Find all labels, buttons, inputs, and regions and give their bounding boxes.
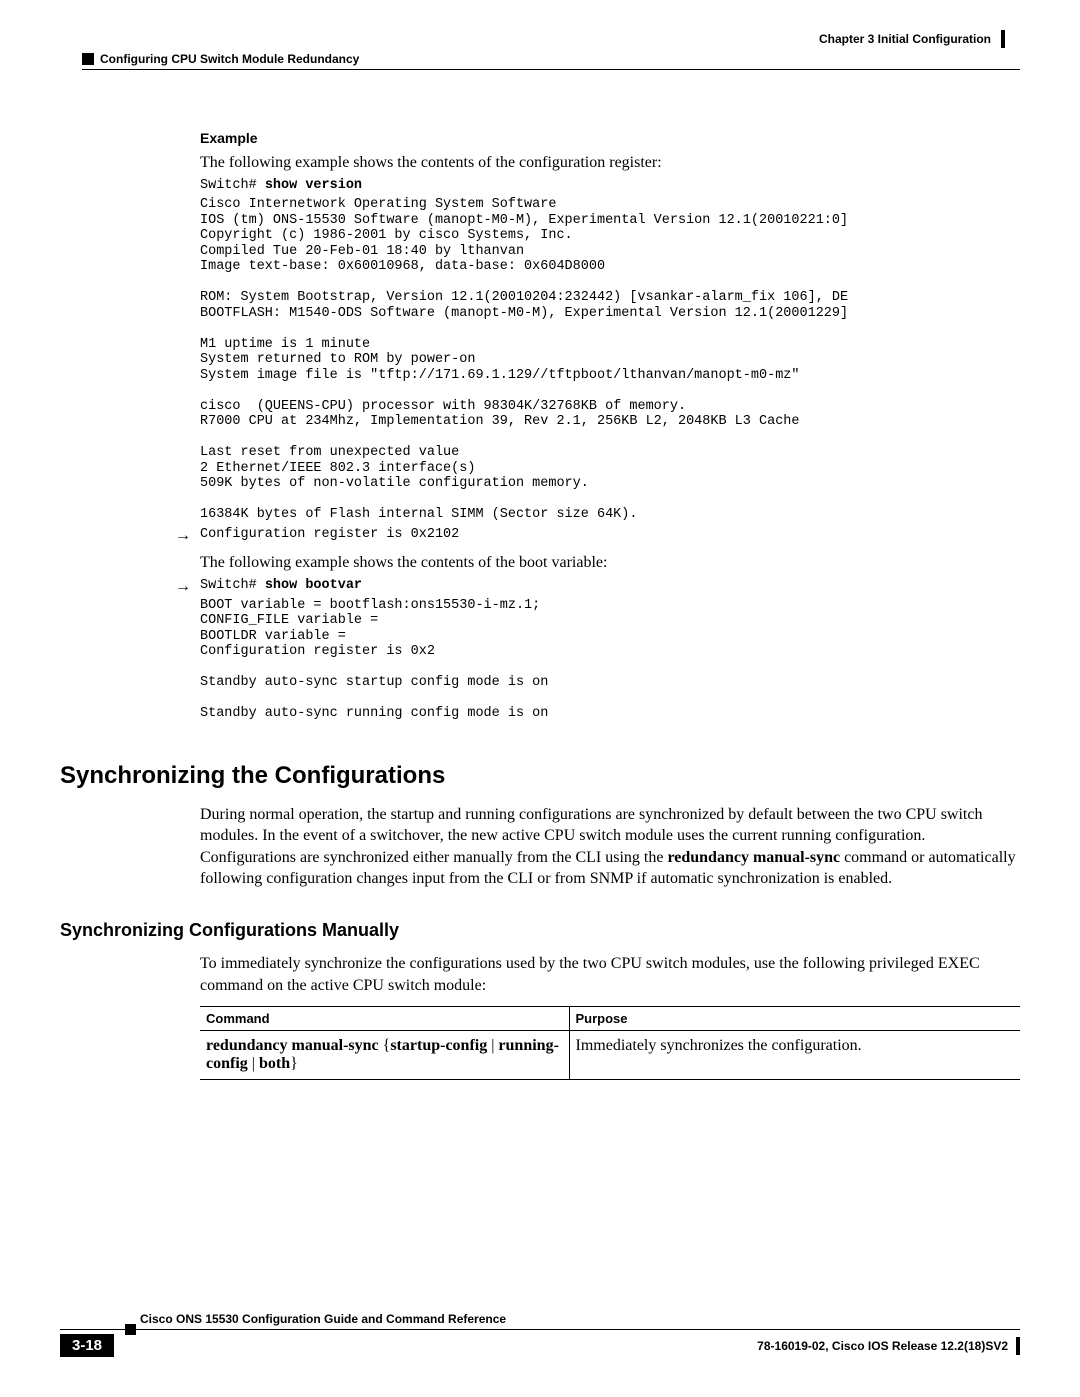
sync-sub-paragraph: To immediately synchronize the configura… — [200, 953, 1020, 996]
cli-command: show bootvar — [265, 578, 362, 593]
cli-output-1: Cisco Internetwork Operating System Soft… — [200, 197, 1020, 523]
cli-prompt: Switch# — [200, 178, 265, 193]
table-row: redundancy manual-sync {startup-config |… — [200, 1031, 1020, 1080]
chapter-label: Chapter 3 Initial Configuration — [819, 30, 1005, 48]
cli-block-2: Switch# show bootvar — [200, 578, 1020, 594]
purpose-cell: Immediately synchronizes the configurati… — [569, 1031, 1020, 1080]
example-intro-2: The following example shows the contents… — [200, 552, 1020, 574]
footer: Cisco ONS 15530 Configuration Guide and … — [60, 1312, 1020, 1357]
cli-arrow-row-1: → Configuration register is 0x2102 — [200, 527, 1020, 543]
footer-title: Cisco ONS 15530 Configuration Guide and … — [60, 1312, 1020, 1330]
arrow-right-icon: → — [175, 527, 191, 545]
section-heading: Synchronizing the Configurations — [60, 762, 1020, 790]
command-cell: redundancy manual-sync {startup-config |… — [200, 1031, 569, 1080]
cli-command: show version — [265, 178, 362, 193]
content: Example The following example shows the … — [200, 130, 1020, 1080]
cli-prompt: Switch# — [200, 578, 265, 593]
footer-row: 3-18 78-16019-02, Cisco IOS Release 12.2… — [60, 1334, 1020, 1357]
table-header-row: Command Purpose — [200, 1007, 1020, 1031]
cli-block-1: Switch# show version — [200, 178, 1020, 194]
sync-paragraph: During normal operation, the startup and… — [200, 804, 1020, 890]
subsection-heading: Synchronizing Configurations Manually — [60, 920, 1020, 941]
page-number: 3-18 — [60, 1334, 114, 1357]
section-label: Configuring CPU Switch Module Redundancy — [100, 52, 359, 66]
command-table: Command Purpose redundancy manual-sync {… — [200, 1006, 1020, 1080]
example-heading: Example — [200, 130, 1020, 146]
header-right: Chapter 3 Initial Configuration — [60, 30, 1020, 48]
col-purpose: Purpose — [569, 1007, 1020, 1031]
header-rule — [82, 69, 1020, 70]
example-intro-1: The following example shows the contents… — [200, 152, 1020, 174]
section-marker-icon — [82, 53, 94, 65]
footer-right: 78-16019-02, Cisco IOS Release 12.2(18)S… — [757, 1337, 1020, 1355]
cli-output-1-highlight: Configuration register is 0x2102 — [200, 527, 1020, 543]
page: Chapter 3 Initial Configuration Configur… — [0, 0, 1080, 1397]
cli-output-2: BOOT variable = bootflash:ons15530-i-mz.… — [200, 598, 1020, 722]
header-left: Configuring CPU Switch Module Redundancy — [60, 52, 1020, 70]
arrow-right-icon: → — [175, 578, 191, 596]
col-command: Command — [200, 1007, 569, 1031]
cli-arrow-row-2: → Switch# show bootvar — [200, 578, 1020, 594]
